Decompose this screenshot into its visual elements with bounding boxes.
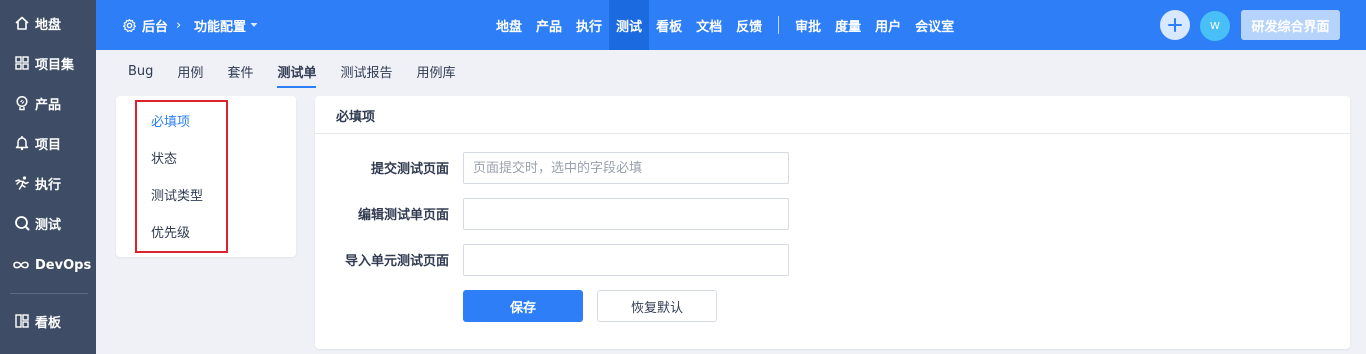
sidebar-item-label: DevOps <box>35 257 92 273</box>
nav-item-metrics[interactable]: 度量 <box>828 0 868 50</box>
tab-suite[interactable]: 套件 <box>227 50 253 92</box>
sidebar-item-product[interactable]: 产品 <box>14 93 61 113</box>
tab-bug[interactable]: Bug <box>128 50 153 92</box>
breadcrumb-admin[interactable]: 后台 <box>122 0 168 50</box>
plus-icon <box>1167 17 1183 33</box>
tab-case-library[interactable]: 用例库 <box>416 50 455 92</box>
tab-testtask[interactable]: 测试单 <box>277 50 317 92</box>
nav-item-feedback[interactable]: 反馈 <box>729 0 769 50</box>
tab-test-report[interactable]: 测试报告 <box>340 50 392 92</box>
sidebar-item-label: 产品 <box>35 97 62 113</box>
sidebar-item-test[interactable]: 测试 <box>14 213 61 233</box>
nav-item-execution[interactable]: 执行 <box>569 0 609 50</box>
kanban-icon <box>14 313 30 329</box>
nav-item-meeting-room[interactable]: 会议室 <box>908 0 961 50</box>
sidebar-item-label: 项目集 <box>35 57 75 73</box>
caret-down-icon <box>250 21 258 29</box>
sidebar-item-label: 测试 <box>35 217 62 233</box>
required-fields-panel: 必填项 提交测试页面 编辑测试单页面 导入单元测试页面 保存 恢复默认 <box>315 96 1350 349</box>
nav-item-approval[interactable]: 审批 <box>788 0 828 50</box>
nav-item-test[interactable]: 测试 <box>609 0 650 50</box>
quick-create-button[interactable] <box>1160 10 1190 40</box>
lightbulb-icon <box>14 95 30 111</box>
home-icon <box>14 15 30 31</box>
sidebar: 地盘 项目集 产品 项目 执行 测试 DevOps 看板 <box>0 0 96 354</box>
infinity-icon <box>12 257 30 273</box>
nav-divider <box>778 16 780 34</box>
breadcrumb-admin-label: 后台 <box>142 19 169 35</box>
nav-item-product[interactable]: 产品 <box>529 0 569 50</box>
submit-test-page-fields-input[interactable] <box>463 152 789 184</box>
breadcrumb-separator: › <box>176 17 182 33</box>
sidebar-item-kanban[interactable]: 看板 <box>14 311 61 331</box>
field-label-import-unit-test: 导入单元测试页面 <box>344 254 449 269</box>
main-nav: 地盘 产品 执行 测试 看板 文档 反馈 审批 度量 用户 会议室 <box>489 0 961 50</box>
grid-icon <box>14 55 30 71</box>
breadcrumb-current-label: 功能配置 <box>194 19 247 35</box>
config-menu-panel: 必填项 状态 测试类型 优先级 <box>116 96 296 257</box>
nav-item-kanban[interactable]: 看板 <box>649 0 689 50</box>
sidebar-item-label: 看板 <box>35 315 62 331</box>
config-menu-priority[interactable]: 优先级 <box>151 221 190 241</box>
nav-item-users[interactable]: 用户 <box>868 0 908 50</box>
nav-item-doc[interactable]: 文档 <box>689 0 729 50</box>
import-unit-test-page-fields-input[interactable] <box>463 244 789 276</box>
breadcrumb-current[interactable]: 功能配置 <box>194 0 258 50</box>
top-navbar: 后台 › 功能配置 地盘 产品 执行 测试 看板 文档 反馈 审批 度量 用户 … <box>96 0 1366 50</box>
sidebar-item-label: 地盘 <box>35 17 62 33</box>
magnifier-icon <box>14 215 30 231</box>
project-bell-icon <box>14 135 30 151</box>
sidebar-item-execution[interactable]: 执行 <box>14 173 61 193</box>
nav-item-dashboard[interactable]: 地盘 <box>489 0 529 50</box>
restore-default-button[interactable]: 恢复默认 <box>597 290 717 322</box>
product-switch-button[interactable]: 研发综合界面 <box>1241 10 1340 40</box>
config-menu-required[interactable]: 必填项 <box>151 110 190 130</box>
gear-icon <box>122 18 137 33</box>
panel-title: 必填项 <box>336 110 376 125</box>
sidebar-item-project[interactable]: 项目 <box>14 133 61 153</box>
panel-header: 必填项 <box>315 96 1350 134</box>
sidebar-item-label: 项目 <box>35 137 62 153</box>
field-label-edit-testtask: 编辑测试单页面 <box>357 208 449 223</box>
user-avatar[interactable]: W <box>1200 11 1230 41</box>
config-menu-status[interactable]: 状态 <box>151 147 177 167</box>
sidebar-item-label: 执行 <box>35 177 62 193</box>
sidebar-item-devops[interactable]: DevOps <box>12 255 91 275</box>
edit-testtask-page-fields-input[interactable] <box>463 198 789 230</box>
sidebar-item-dashboard[interactable]: 地盘 <box>14 13 61 33</box>
field-label-submit-test: 提交测试页面 <box>370 162 449 177</box>
sidebar-item-program[interactable]: 项目集 <box>14 53 74 73</box>
sidebar-divider <box>10 293 88 294</box>
test-subtabs: Bug 用例 套件 测试单 测试报告 用例库 <box>128 50 480 92</box>
config-menu-test-type[interactable]: 测试类型 <box>151 184 203 204</box>
run-icon <box>14 175 30 191</box>
save-button[interactable]: 保存 <box>463 290 583 322</box>
tab-testcase[interactable]: 用例 <box>177 50 203 92</box>
